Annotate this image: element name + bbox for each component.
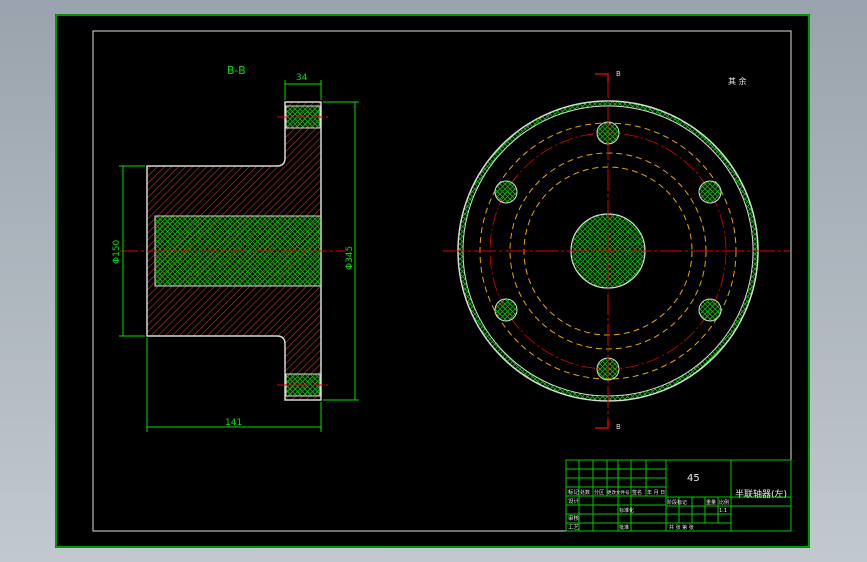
bolt-hole <box>494 298 518 322</box>
dim-flange-diameter: Φ345 <box>345 246 355 270</box>
cut-label-top: B <box>616 70 621 78</box>
section-view <box>120 101 345 401</box>
drawing-viewport[interactable]: B-B 34 Φ150 Φ345 141 B B 其 余 45 半联轴器(左) … <box>55 14 810 548</box>
end-view <box>443 73 790 429</box>
tb-col-4: 签名 <box>632 489 642 496</box>
tb-stage: 阶段标记 <box>667 499 687 506</box>
dim-overall-length: 141 <box>225 418 242 428</box>
tb-row-4: 工艺 <box>568 524 580 531</box>
material: 45 <box>687 473 700 484</box>
tb-col-3: 更改文件号 <box>607 489 630 496</box>
dim-shaft-diameter: Φ150 <box>112 239 122 264</box>
bolt-hole <box>494 180 518 204</box>
tb-row-1: 标记 <box>568 488 580 496</box>
tb-row-2: 设计 <box>568 497 580 505</box>
part-name: 半联轴器(左) <box>735 488 787 500</box>
bolt-hole <box>698 180 722 204</box>
tb-col-1: 处数 <box>580 489 590 496</box>
cut-label-bottom: B <box>616 423 621 431</box>
cad-drawing: B-B 34 Φ150 Φ345 141 B B 其 余 45 半联轴器(左) … <box>55 14 810 548</box>
cut-marker-top <box>595 73 609 82</box>
roughness-note: 其 余 <box>728 76 747 86</box>
tb-ratio: 比例 <box>719 499 729 506</box>
tb-col-2: 分区 <box>594 489 604 496</box>
section-label: B-B <box>227 64 246 77</box>
tb-std-2: 批准 <box>619 524 629 531</box>
tb-sheet: 共 张 第 张 <box>669 524 694 531</box>
tb-row-3: 审核 <box>568 514 580 522</box>
bolt-hole <box>698 298 722 322</box>
tb-scale: 1:1 <box>719 508 727 514</box>
tb-col-5: 年 月 日 <box>647 489 665 496</box>
dim-flange-thickness: 34 <box>296 73 308 83</box>
tb-weight: 重量 <box>706 499 716 506</box>
cut-marker-bottom <box>595 420 609 429</box>
tb-std-1: 标准化 <box>619 507 634 514</box>
